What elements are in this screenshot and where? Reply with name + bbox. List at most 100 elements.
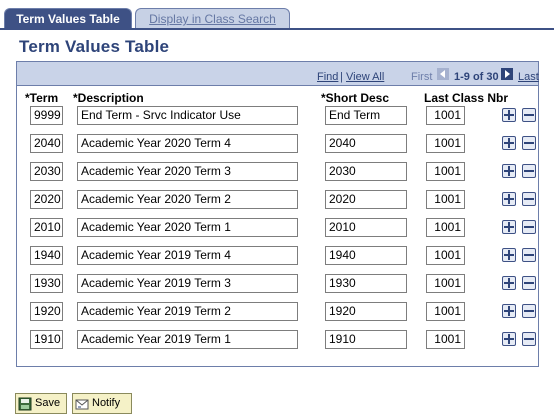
description-field[interactable]: Academic Year 2020 Term 2 [77, 190, 298, 209]
table-row: 9999 End Term - Srvc Indicator Use End Ter… [17, 106, 540, 128]
save-button-label: Save [35, 397, 61, 409]
table-row: 1940 Academic Year 2019 Term 4 1940 1001 [17, 246, 540, 268]
tab-baseline [0, 28, 554, 30]
add-row-button[interactable] [502, 276, 516, 290]
minus-icon [524, 254, 534, 256]
table-row: 1930 Academic Year 2019 Term 3 1930 1001 [17, 274, 540, 296]
short-desc-field[interactable]: 2030 [325, 162, 407, 181]
page-title: Term Values Table [19, 37, 170, 56]
tab-display-in-class-search[interactable]: Display in Class Search [135, 8, 290, 29]
table-row: 1910 Academic Year 2019 Term 1 1910 1001 [17, 330, 540, 352]
delete-row-button[interactable] [522, 136, 536, 150]
description-field[interactable]: Academic Year 2020 Term 4 [77, 134, 298, 153]
table-row: 2020 Academic Year 2020 Term 2 2020 1001 [17, 190, 540, 212]
save-button[interactable]: Save [15, 393, 67, 414]
plus-icon [504, 166, 514, 176]
description-field[interactable]: Academic Year 2019 Term 1 [77, 330, 298, 349]
delete-row-button[interactable] [522, 332, 536, 346]
column-header-term: *Term [25, 91, 59, 105]
add-row-button[interactable] [502, 304, 516, 318]
short-desc-field[interactable]: 1940 [325, 246, 407, 265]
grid-navigation-bar: Find | View All First 1-9 of 30 Last [17, 62, 539, 86]
add-row-button[interactable] [502, 108, 516, 122]
term-field[interactable]: 2010 [30, 218, 63, 237]
last-class-nbr-field[interactable]: 1001 [426, 246, 465, 265]
add-row-button[interactable] [502, 220, 516, 234]
plus-icon [504, 138, 514, 148]
add-row-button[interactable] [502, 332, 516, 346]
last-class-nbr-field[interactable]: 1001 [426, 162, 465, 181]
minus-icon [524, 226, 534, 228]
term-field[interactable]: 1920 [30, 302, 63, 321]
description-field[interactable]: Academic Year 2019 Term 4 [77, 246, 298, 265]
short-desc-field[interactable]: 1920 [325, 302, 407, 321]
minus-icon [524, 198, 534, 200]
short-desc-field[interactable]: 2010 [325, 218, 407, 237]
delete-row-button[interactable] [522, 220, 536, 234]
last-class-nbr-field[interactable]: 1001 [426, 274, 465, 293]
plus-icon [504, 278, 514, 288]
minus-icon [524, 114, 534, 116]
add-row-button[interactable] [502, 136, 516, 150]
term-field[interactable]: 2030 [30, 162, 63, 181]
term-field[interactable]: 1940 [30, 246, 63, 265]
tab-bar: Term Values Table Display in Class Searc… [0, 0, 554, 30]
term-field[interactable]: 9999 [30, 106, 63, 125]
description-field[interactable]: Academic Year 2019 Term 3 [77, 274, 298, 293]
find-link[interactable]: Find [317, 71, 338, 83]
minus-icon [524, 338, 534, 340]
last-class-nbr-field[interactable]: 1001 [426, 218, 465, 237]
tab-term-values-table[interactable]: Term Values Table [4, 8, 132, 29]
delete-row-button[interactable] [522, 304, 536, 318]
minus-icon [524, 282, 534, 284]
notify-button-label: Notify [92, 397, 121, 409]
short-desc-field[interactable]: 2040 [325, 134, 407, 153]
table-row: 2010 Academic Year 2020 Term 1 2010 1001 [17, 218, 540, 240]
plus-icon [504, 110, 514, 120]
save-disk-icon [18, 397, 32, 410]
minus-icon [524, 170, 534, 172]
minus-icon [524, 142, 534, 144]
delete-row-button[interactable] [522, 192, 536, 206]
column-header-description: *Description [73, 91, 144, 105]
table-row: 2030 Academic Year 2020 Term 3 2030 1001 [17, 162, 540, 184]
plus-icon [504, 194, 514, 204]
view-all-link[interactable]: View All [346, 71, 384, 83]
column-header-last-class-nbr: Last Class Nbr [424, 91, 509, 105]
add-row-button[interactable] [502, 164, 516, 178]
term-field[interactable]: 1930 [30, 274, 63, 293]
delete-row-button[interactable] [522, 276, 536, 290]
description-field[interactable]: Academic Year 2020 Term 3 [77, 162, 298, 181]
plus-icon [504, 306, 514, 316]
term-values-grid: Find | View All First 1-9 of 30 Last *Te… [16, 61, 539, 367]
short-desc-field[interactable]: 1910 [325, 330, 407, 349]
plus-icon [504, 222, 514, 232]
last-class-nbr-field[interactable]: 1001 [426, 190, 465, 209]
last-class-nbr-field[interactable]: 1001 [426, 302, 465, 321]
last-class-nbr-field[interactable]: 1001 [426, 134, 465, 153]
term-field[interactable]: 1910 [30, 330, 63, 349]
term-field[interactable]: 2020 [30, 190, 63, 209]
last-class-nbr-field[interactable]: 1001 [426, 330, 465, 349]
column-header-short-desc: *Short Desc [321, 91, 390, 105]
short-desc-field[interactable]: 1930 [325, 274, 407, 293]
delete-row-button[interactable] [522, 248, 536, 262]
description-field[interactable]: End Term - Srvc Indicator Use [77, 106, 298, 125]
next-arrow-icon[interactable] [501, 68, 513, 80]
short-desc-field[interactable]: End Term [325, 106, 407, 125]
short-desc-field[interactable]: 2020 [325, 190, 407, 209]
nav-separator: | [340, 71, 343, 83]
add-row-button[interactable] [502, 248, 516, 262]
row-range: 1-9 of 30 [454, 71, 499, 83]
last-link[interactable]: Last [518, 71, 539, 83]
delete-row-button[interactable] [522, 108, 536, 122]
last-class-nbr-field[interactable]: 1001 [426, 106, 465, 125]
description-field[interactable]: Academic Year 2019 Term 2 [77, 302, 298, 321]
notify-icon [75, 399, 89, 409]
delete-row-button[interactable] [522, 164, 536, 178]
notify-button[interactable]: Notify [72, 393, 132, 414]
table-row: 1920 Academic Year 2019 Term 2 1920 1001 [17, 302, 540, 324]
add-row-button[interactable] [502, 192, 516, 206]
term-field[interactable]: 2040 [30, 134, 63, 153]
description-field[interactable]: Academic Year 2020 Term 1 [77, 218, 298, 237]
